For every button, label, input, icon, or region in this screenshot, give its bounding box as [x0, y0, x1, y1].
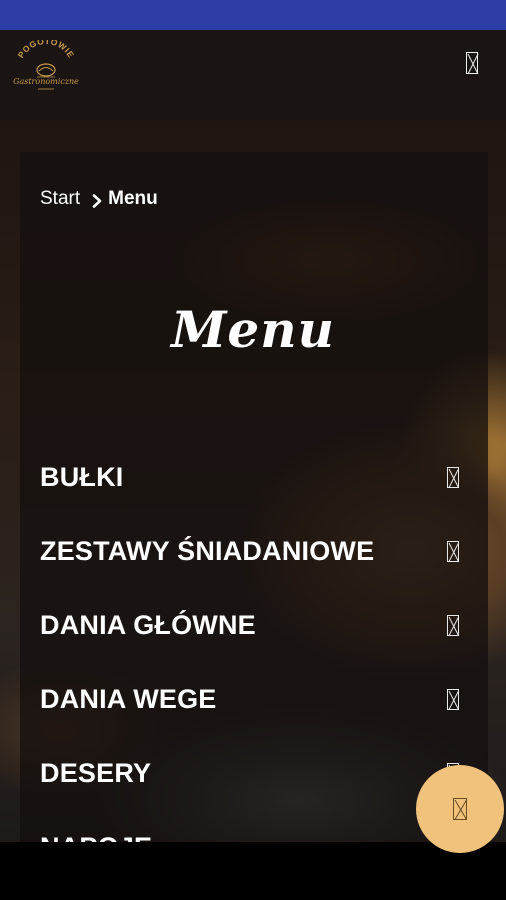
menu-item-label: BUŁKI: [40, 461, 124, 492]
app-screen: POGOTOWIE Gastronomiczne Start Menu Menu…: [0, 0, 506, 900]
menu-category-list: BUŁKI ZESTAWY ŚNIADANIOWE DANIA GŁÓWNE D…: [40, 440, 470, 884]
missing-glyph-icon: [447, 614, 459, 636]
page-title: Menu: [171, 300, 335, 359]
menu-item-label: DANIA WEGE: [40, 683, 217, 714]
menu-item-label: DESERY: [40, 757, 152, 788]
breadcrumb: Start Menu: [40, 186, 158, 212]
menu-item-bulki[interactable]: BUŁKI: [40, 440, 470, 514]
missing-glyph-icon: [447, 466, 459, 488]
breadcrumb-start-link[interactable]: Start: [40, 188, 80, 210]
chevron-right-icon: [92, 192, 102, 208]
floating-action-button[interactable]: [416, 765, 504, 853]
logo-text-top: POGOTOWIE: [16, 36, 76, 60]
navigation-bar: [0, 842, 506, 900]
menu-item-desery[interactable]: DESERY: [40, 736, 470, 810]
menu-item-dania-glowne[interactable]: DANIA GŁÓWNE: [40, 588, 470, 662]
menu-item-zestawy-sniadaniowe[interactable]: ZESTAWY ŚNIADANIOWE: [40, 514, 470, 588]
logo-text-bottom: Gastronomiczne: [13, 77, 79, 86]
missing-glyph-icon: [453, 798, 467, 820]
menu-item-label: DANIA GŁÓWNE: [40, 609, 256, 640]
app-header: POGOTOWIE Gastronomiczne: [0, 30, 506, 120]
missing-glyph-icon: [447, 540, 459, 562]
missing-glyph-icon: [447, 688, 459, 710]
logo-graphic: POGOTOWIE Gastronomiczne: [13, 36, 79, 90]
menu-item-label: ZESTAWY ŚNIADANIOWE: [40, 535, 375, 566]
breadcrumb-current: Menu: [108, 188, 158, 209]
svg-text:POGOTOWIE: POGOTOWIE: [16, 40, 77, 60]
menu-toggle-icon[interactable]: [466, 52, 479, 75]
brand-logo[interactable]: POGOTOWIE Gastronomiczne: [12, 36, 80, 96]
status-bar: [0, 0, 506, 30]
menu-item-dania-wege[interactable]: DANIA WEGE: [40, 662, 470, 736]
